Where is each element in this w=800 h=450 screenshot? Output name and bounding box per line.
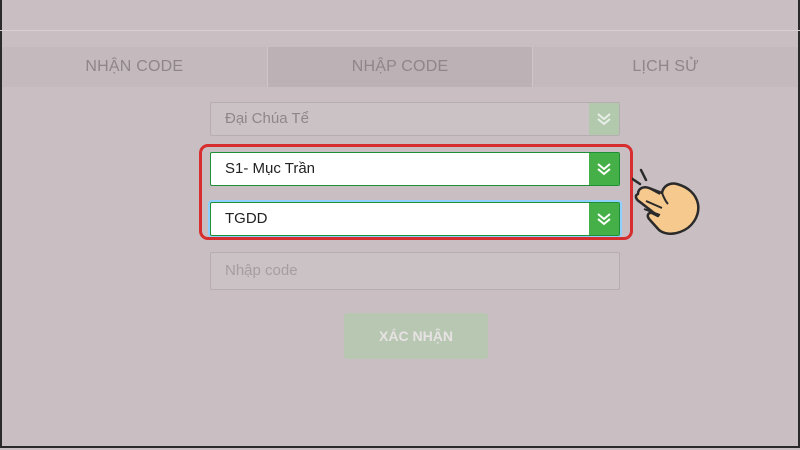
tab-nhap-code[interactable]: NHẬP CODE [266,47,533,87]
chevron-down-icon[interactable] [589,103,619,135]
tab-lich-su[interactable]: LỊCH SỬ [532,47,799,87]
tab-bar: NHẬN CODE NHẬP CODE LỊCH SỬ [2,47,799,87]
code-input[interactable]: Nhập code [210,252,620,290]
highlight-box [199,144,633,240]
confirm-button[interactable]: XÁC NHẬN [344,313,488,359]
pointing-hand-icon [632,168,700,235]
code-input-placeholder: Nhập code [225,262,298,279]
tab-nhan-code[interactable]: NHẬN CODE [2,47,267,87]
game-select-value: Đại Chúa Tể [225,110,309,127]
top-divider [0,30,800,31]
game-select[interactable]: Đại Chúa Tể [210,102,620,136]
